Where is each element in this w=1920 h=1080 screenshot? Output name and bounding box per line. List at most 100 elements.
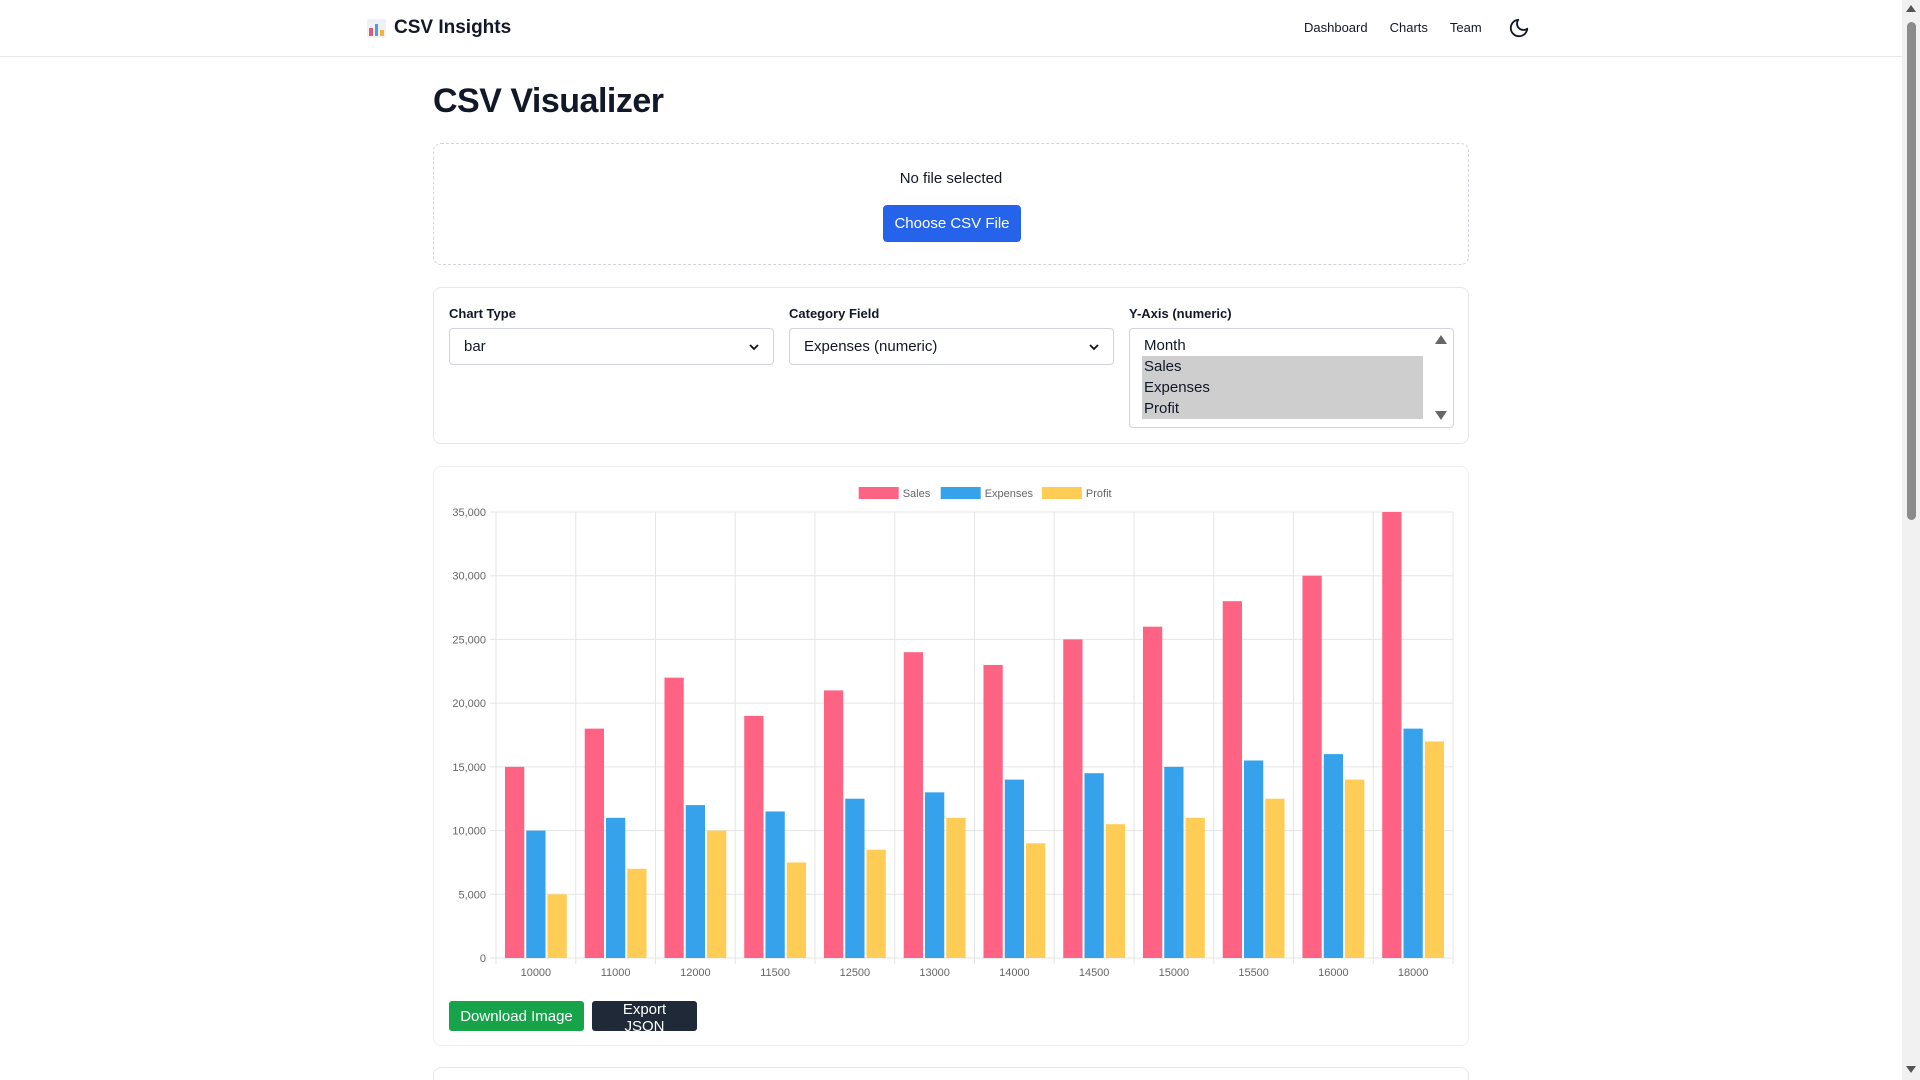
bar-expenses [765,811,785,958]
brand-title: CSV Insights [394,17,512,38]
bar-sales [1302,575,1322,958]
x-tick-label: 11500 [760,967,790,979]
nav-link-charts[interactable]: Charts [1390,20,1428,35]
upload-status: No file selected [899,170,1003,187]
y-tick-label: 5,000 [458,889,486,901]
y-tick-label: 10,000 [452,826,486,838]
chevron-down-icon [749,343,759,350]
bar-profit [1265,798,1285,958]
bar-sales [1142,626,1163,958]
legend-label-profit: Profit [1086,488,1112,500]
scroll-thumb[interactable] [1907,22,1916,520]
chevron-down-icon [1089,343,1099,350]
y-tick-label: 25,000 [452,634,486,646]
bar-chart-emoji-icon [367,18,386,38]
bar-profit [866,849,886,958]
category-field-select[interactable]: Expenses (numeric) [789,328,1114,365]
chart-type-control: Chart Type bar [449,306,774,365]
bar-profit [627,868,647,958]
y-tick-label: 20,000 [452,698,486,710]
bar-expenses [1164,766,1184,958]
bar-expenses [1084,773,1104,958]
bar-profit [1026,843,1046,958]
bar-sales [983,664,1003,958]
bar-expenses [924,792,945,958]
download-image-button[interactable]: Download Image [449,1001,584,1031]
x-tick-label: 11000 [601,967,631,979]
bar-sales [1222,601,1242,958]
y-tick-label: 35,000 [452,507,486,519]
x-tick-label: 12000 [680,967,711,979]
bar-profit [1185,817,1205,958]
y-tick-label: 0 [480,953,486,965]
bar-sales [1063,639,1083,958]
y-axis-option-month[interactable]: Month [1142,335,1423,356]
choose-csv-button[interactable]: Choose CSV File [883,205,1021,242]
bar-expenses [1403,728,1423,958]
scroll-up-arrow-icon[interactable] [1435,335,1447,344]
page-scrollbar[interactable] [1902,0,1920,1080]
controls-card: Chart Type bar Category Field Expenses (… [433,287,1469,444]
bar-sales [664,677,684,958]
bar-expenses [526,830,546,958]
page-title: CSV Visualizer [433,82,664,120]
y-axis-multiselect[interactable]: Month Sales Expenses Profit [1129,328,1454,428]
y-axis-option-profit[interactable]: Profit [1142,398,1423,419]
x-tick-label: 15500 [1238,967,1269,979]
category-field-label: Category Field [789,306,880,321]
bar-sales [744,715,764,958]
bar-profit [1424,741,1445,958]
y-axis-label: Y-Axis (numeric) [1129,306,1232,321]
bar-expenses [845,798,865,958]
y-axis-option-expenses[interactable]: Expenses [1142,377,1423,398]
bar-profit [547,894,567,958]
legend-swatch-profit [1041,487,1082,499]
x-tick-label: 13000 [919,967,950,979]
export-json-button[interactable]: Export JSON [592,1001,697,1035]
moon-icon[interactable] [1508,17,1530,39]
upload-dropzone[interactable]: No file selected Choose CSV File [433,143,1469,265]
legend-label-sales: Sales [903,488,931,500]
bar-profit [707,830,727,958]
nav-link-team[interactable]: Team [1450,20,1482,35]
chart-type-select[interactable]: bar [449,328,774,365]
bar-chart: 0 5,000 10,000 15,000 20,000 25,000 30,000 35,0… [452,487,1454,979]
y-tick-label: 15,000 [452,762,486,774]
bar-expenses [685,805,706,958]
legend-swatch-expenses [940,487,981,499]
brand[interactable]: CSV Insights [367,17,511,39]
x-tick-label: 10000 [521,967,552,979]
legend-swatch-sales [858,487,899,499]
category-field-value: Expenses (numeric) [804,338,938,355]
bar-expenses [1004,779,1025,958]
chart-actions: Download Image Export JSON [449,1001,697,1035]
y-axis-control: Y-Axis (numeric) Month Sales Expenses Pr… [1129,306,1454,428]
nav-links: Dashboard Charts Team [1304,20,1504,35]
x-tick-label: 14500 [1079,967,1110,979]
bar-sales [584,728,604,958]
bar-expenses [1323,754,1344,958]
bar-expenses [1243,760,1264,958]
chart-card: 0 5,000 10,000 15,000 20,000 25,000 30,000 35,0… [433,466,1469,1046]
bar-profit [1345,779,1365,958]
x-tick-label: 18000 [1398,967,1429,979]
bar-sales [903,652,923,958]
x-tick-label: 14000 [999,967,1030,979]
bar-sales [504,766,525,958]
bar-expenses [605,817,626,958]
scroll-up-icon[interactable] [1906,5,1916,12]
x-tick-label: 16000 [1318,967,1349,979]
bar-sales [823,690,844,958]
next-section-card [433,1067,1469,1080]
scroll-down-icon[interactable] [1906,1066,1916,1073]
scroll-down-arrow-icon[interactable] [1435,411,1447,420]
bar-profit [786,862,807,958]
y-tick-label: 30,000 [452,571,486,583]
bar-profit [946,817,966,958]
nav-link-dashboard[interactable]: Dashboard [1304,20,1368,35]
legend-label-expenses: Expenses [985,488,1034,500]
chart-type-label: Chart Type [449,306,516,321]
bar-profit [1105,824,1126,958]
chart-type-value: bar [464,338,486,355]
y-axis-option-sales[interactable]: Sales [1142,356,1423,377]
